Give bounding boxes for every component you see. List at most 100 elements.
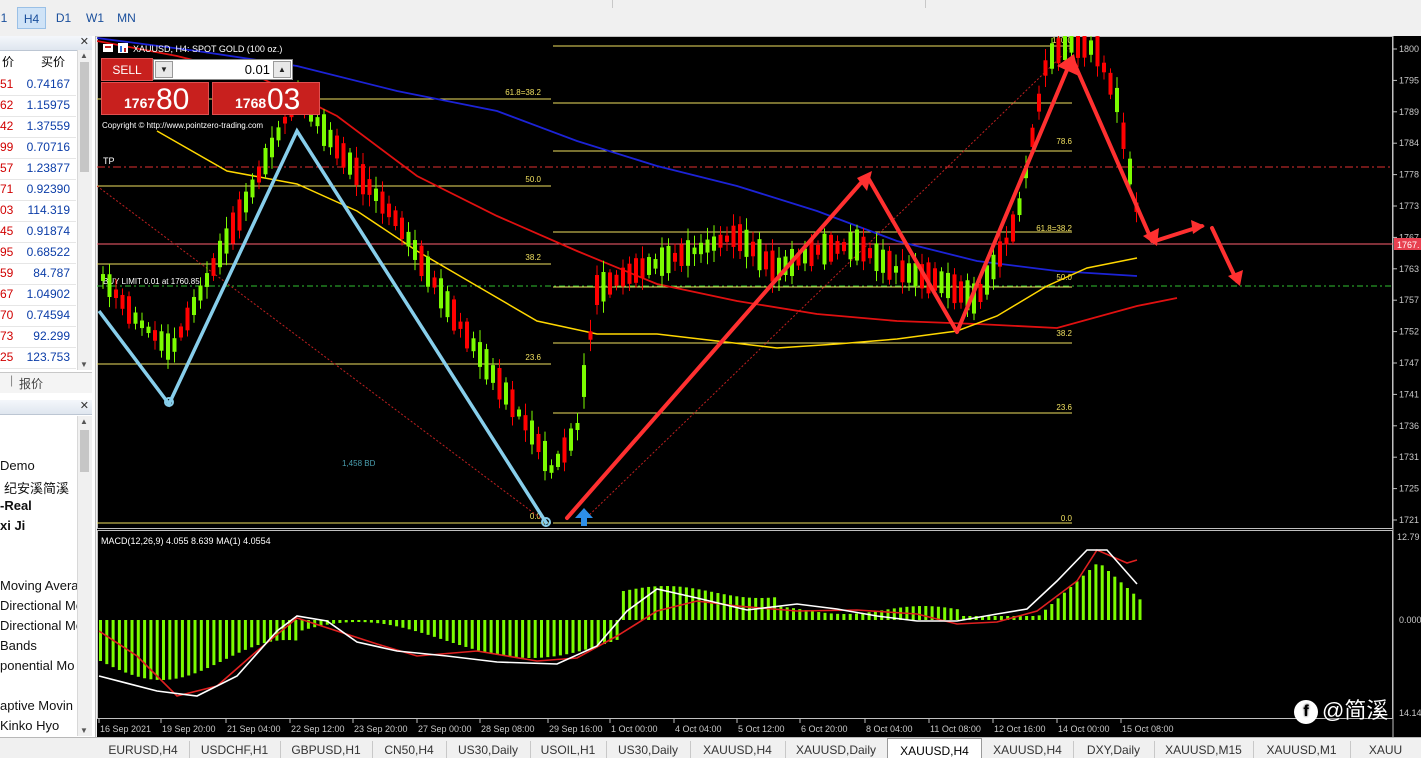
bid-column-header[interactable]: 价 xyxy=(2,53,14,70)
lot-decrease-icon[interactable]: ▼ xyxy=(155,61,173,78)
scroll-thumb[interactable] xyxy=(80,62,89,172)
timeframe-button[interactable]: MN xyxy=(112,7,141,29)
chart-tab[interactable]: XAUU xyxy=(1350,741,1421,758)
sell-button[interactable]: SELL xyxy=(101,58,153,81)
market-watch-row[interactable]: 57 1.23877 xyxy=(0,158,76,180)
macd-histogram-bar xyxy=(407,620,411,630)
toolbar-separator xyxy=(925,0,926,8)
candle-body xyxy=(601,271,606,302)
ask-price: 1.37559 xyxy=(26,119,70,133)
navigator-item[interactable]: Directional Mo xyxy=(0,618,83,633)
chart-tab[interactable]: XAUUSD,H4 xyxy=(982,741,1074,758)
navigator-scrollbar[interactable]: ▲ ▼ xyxy=(77,416,92,736)
chart-tab[interactable]: USDCHF,H1 xyxy=(189,741,281,758)
ask-price: 0.74167 xyxy=(26,77,70,91)
buy-price-box[interactable]: 1768 03 xyxy=(212,82,320,116)
time-axis-label: 5 Oct 12:00 xyxy=(738,724,785,734)
timeframe-button[interactable]: H4 xyxy=(17,7,46,29)
candle-body xyxy=(640,258,645,279)
market-watch-row[interactable]: 25 123.753 xyxy=(0,347,76,369)
time-axis-label: 28 Sep 08:00 xyxy=(481,724,535,734)
scroll-thumb[interactable] xyxy=(80,430,89,472)
navigator-item[interactable]: Directional Mo xyxy=(0,598,83,613)
timeframe-button[interactable]: W1 xyxy=(81,7,109,29)
macd-histogram-bar xyxy=(1062,592,1066,620)
price-chart[interactable]: 61.8=38.2 50.0 38.2 23.6 0.0 100.0 78.6 61.8=38… xyxy=(97,36,1421,737)
candle-body xyxy=(1037,93,1041,112)
navigator-item[interactable]: xi Ji xyxy=(0,518,25,533)
scroll-down-icon[interactable]: ▼ xyxy=(80,726,88,735)
market-watch-row[interactable]: 71 0.92390 xyxy=(0,179,76,201)
scroll-up-icon[interactable]: ▲ xyxy=(80,51,88,60)
time-axis-label: 15 Oct 08:00 xyxy=(1122,724,1174,734)
timeframe-button[interactable]: 1 xyxy=(0,7,8,29)
navigator-item[interactable]: Moving Avera xyxy=(0,578,79,593)
navigator-item[interactable]: ponential Mo xyxy=(0,658,74,673)
trading-icon[interactable] xyxy=(118,43,128,53)
candle-body xyxy=(205,273,209,287)
chart-tab[interactable]: XAUUSD,H4 xyxy=(887,738,982,758)
market-watch-row[interactable]: 42 1.37559 xyxy=(0,116,76,138)
macd-axis-label: 14.14 xyxy=(1399,708,1421,718)
market-watch-row[interactable]: 45 0.91874 xyxy=(0,221,76,243)
navigator-item[interactable]: -Real xyxy=(0,498,32,513)
market-watch-row[interactable]: 73 92.299 xyxy=(0,326,76,348)
chart-tab[interactable]: CN50,H4 xyxy=(372,741,447,758)
market-watch-row[interactable]: 03 114.319 xyxy=(0,200,76,222)
bid-price: 57 xyxy=(0,161,14,175)
time-axis-label: 16 Sep 2021 xyxy=(100,724,151,734)
navigator-item[interactable]: 纪安溪简溪 xyxy=(4,478,69,497)
sell-price-box[interactable]: 1767 80 xyxy=(101,82,209,116)
close-icon[interactable]: ✕ xyxy=(80,36,89,48)
close-icon[interactable]: ✕ xyxy=(80,399,89,412)
navigator-item[interactable]: Kinko Hyo xyxy=(0,718,59,733)
ask-column-header[interactable]: 买价 xyxy=(41,53,65,70)
market-watch-row[interactable]: 51 0.74167 xyxy=(0,74,76,96)
macd-histogram-bar xyxy=(823,612,827,620)
chart-tab[interactable]: USOIL,H1 xyxy=(530,741,607,758)
chart-tab[interactable]: XAUUSD,M15 xyxy=(1154,741,1254,758)
lot-size-value[interactable]: 0.01 xyxy=(174,62,270,77)
candle-body xyxy=(276,127,281,141)
macd-histogram-bar xyxy=(924,606,928,620)
market-watch-row[interactable]: 70 0.74594 xyxy=(0,305,76,327)
macd-histogram-bar xyxy=(936,606,940,620)
candle-body xyxy=(166,333,170,360)
navigator-item[interactable]: Bands xyxy=(0,638,37,653)
chart-tab[interactable]: US30,Daily xyxy=(606,741,691,758)
macd-histogram-bar xyxy=(527,620,531,658)
timeframe-button[interactable]: D1 xyxy=(49,7,78,29)
chart-canvas[interactable]: 61.8=38.2 50.0 38.2 23.6 0.0 100.0 78.6 61.8=38… xyxy=(97,36,1421,737)
macd-histogram-bar xyxy=(218,620,222,662)
lot-increase-icon[interactable]: ▲ xyxy=(273,61,291,78)
fib-level-label: 78.6 xyxy=(1056,137,1072,146)
candle-body xyxy=(627,263,632,284)
chart-tab[interactable]: EURUSD,H4 xyxy=(97,741,190,758)
market-watch-row[interactable]: 62 1.15975 xyxy=(0,95,76,117)
macd-histogram-bar xyxy=(489,620,493,654)
scroll-up-icon[interactable]: ▲ xyxy=(80,417,88,426)
ask-price: 114.319 xyxy=(27,203,71,217)
ask-price: 92.299 xyxy=(33,329,70,343)
chart-tab[interactable]: XAUUSD,H4 xyxy=(690,741,786,758)
tab-quotes[interactable]: 报价 xyxy=(19,375,43,392)
navigator-item[interactable]: aptive Movin xyxy=(0,698,73,713)
market-watch-row[interactable]: 95 0.68522 xyxy=(0,242,76,264)
candle-body xyxy=(387,203,391,218)
market-watch-row[interactable]: 67 1.04902 xyxy=(0,284,76,306)
macd-histogram-bar xyxy=(495,620,499,655)
scroll-down-icon[interactable]: ▼ xyxy=(80,360,88,369)
market-watch-scrollbar[interactable]: ▲ ▼ xyxy=(77,50,92,370)
candle-body xyxy=(1121,122,1126,149)
chart-tab[interactable]: GBPUSD,H1 xyxy=(280,741,373,758)
chart-tab[interactable]: DXY,Daily xyxy=(1073,741,1155,758)
macd-histogram-bar xyxy=(949,608,953,620)
market-watch-row[interactable]: 59 84.787 xyxy=(0,263,76,285)
chart-tab[interactable]: US30,Daily xyxy=(446,741,531,758)
lot-size-field[interactable]: ▼ 0.01 ▲ xyxy=(153,59,293,80)
chart-tab[interactable]: XAUUSD,Daily xyxy=(785,741,888,758)
chart-tab[interactable]: XAUUSD,M1 xyxy=(1253,741,1351,758)
navigator-item[interactable]: Demo xyxy=(0,458,35,473)
candle-body xyxy=(874,243,879,272)
market-watch-row[interactable]: 99 0.70716 xyxy=(0,137,76,159)
